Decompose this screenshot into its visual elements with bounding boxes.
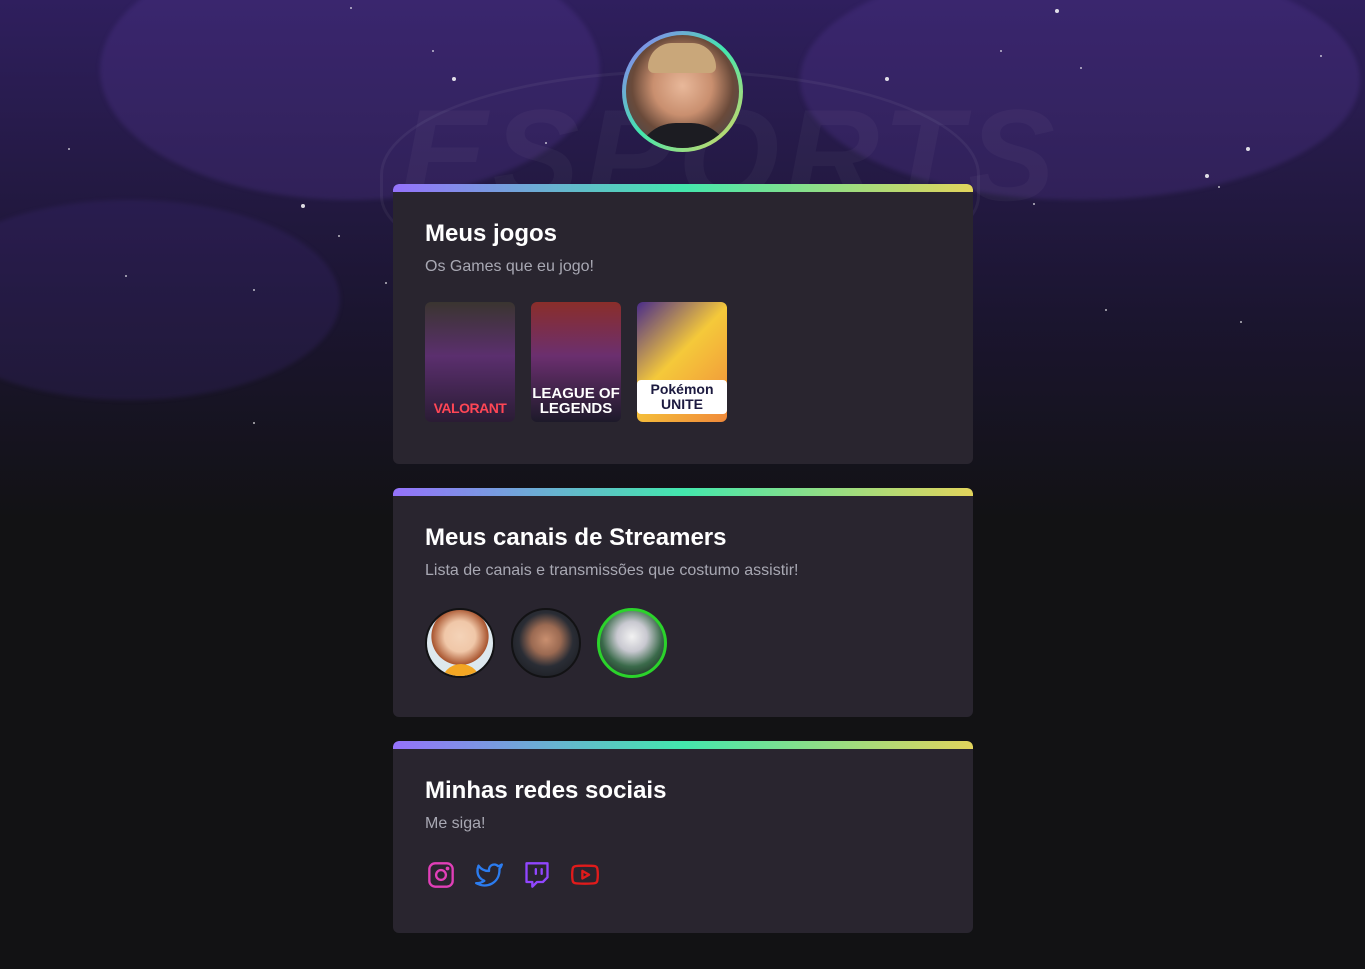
profile-avatar: [626, 35, 739, 148]
star: [432, 50, 434, 52]
star: [1080, 67, 1082, 69]
twitter-icon[interactable]: [473, 859, 505, 891]
games-card-subtitle: Os Games que eu jogo!: [425, 258, 594, 275]
star: [1000, 50, 1002, 52]
social-links: [425, 859, 941, 891]
streamers-card-title: Meus canais de Streamers: [425, 524, 727, 551]
games-list: VALORANT LEAGUE OF LEGENDS Pokémon UNITE: [425, 302, 941, 422]
star: [350, 7, 352, 9]
star: [1246, 147, 1250, 151]
star: [1033, 203, 1035, 205]
star: [452, 77, 456, 81]
game-lol-label: LEAGUE OF LEGENDS: [532, 385, 620, 417]
star: [885, 77, 889, 81]
star: [545, 142, 547, 144]
bg-nebula: [0, 200, 340, 400]
twitch-icon[interactable]: [521, 859, 553, 891]
avatar-shirt: [636, 123, 731, 148]
star: [68, 148, 70, 150]
game-valorant-label: VALORANT: [433, 400, 507, 416]
games-card: Meus jogos Os Games que eu jogo! VALORAN…: [393, 184, 973, 464]
streamer-avatar[interactable]: [511, 608, 581, 678]
star: [301, 204, 305, 208]
star: [1240, 321, 1242, 323]
game-league-of-legends[interactable]: LEAGUE OF LEGENDS: [531, 302, 621, 422]
streamers-card-subtitle: Lista de canais e transmissões que costu…: [425, 562, 799, 579]
star: [253, 422, 255, 424]
social-card-title: Minhas redes sociais: [425, 777, 667, 804]
social-card: Minhas redes sociais Me siga!: [393, 741, 973, 933]
game-pokemon-unite[interactable]: Pokémon UNITE: [637, 302, 727, 422]
games-card-title: Meus jogos: [425, 220, 558, 247]
profile-avatar-ring: [622, 31, 743, 152]
game-pokemon-unite-label: Pokémon UNITE: [637, 380, 727, 414]
streamers-card: Meus canais de Streamers Lista de canais…: [393, 488, 973, 717]
instagram-icon[interactable]: [425, 859, 457, 891]
youtube-icon[interactable]: [569, 859, 601, 891]
star: [1055, 9, 1059, 13]
avatar-hair: [648, 43, 716, 73]
star: [1105, 309, 1107, 311]
streamer-avatar[interactable]: [425, 608, 495, 678]
social-card-subtitle: Me siga!: [425, 815, 486, 832]
streamer-avatar[interactable]: [597, 608, 667, 678]
star: [338, 235, 340, 237]
star: [1205, 174, 1209, 178]
star: [253, 289, 255, 291]
star: [1320, 55, 1322, 57]
game-valorant[interactable]: VALORANT: [425, 302, 515, 422]
streamers-list: [425, 608, 941, 678]
star: [1218, 186, 1220, 188]
star: [385, 282, 387, 284]
star: [125, 275, 127, 277]
